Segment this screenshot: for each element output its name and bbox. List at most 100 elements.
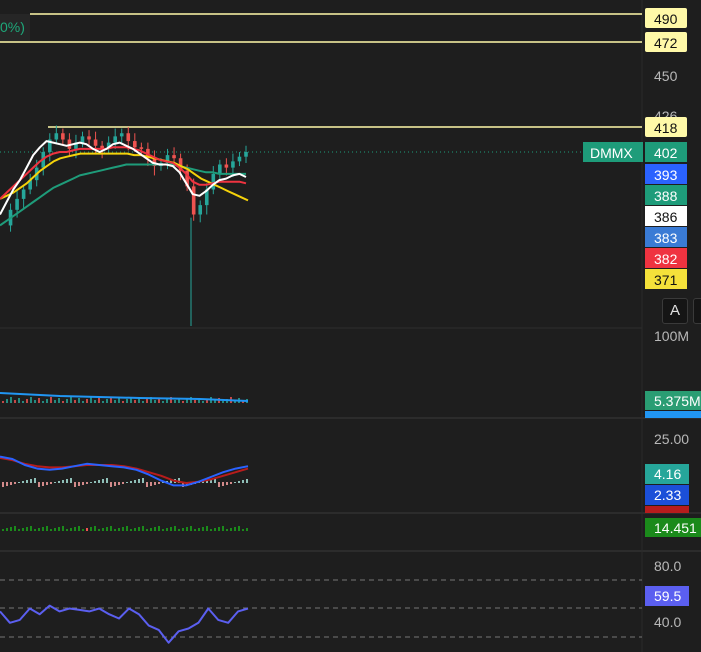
- volume-bar: [122, 401, 124, 403]
- macd-hist-bar: [94, 481, 96, 483]
- oscillator-bar: [146, 529, 148, 531]
- macd-hist-bar: [2, 482, 4, 487]
- volume-bar: [182, 401, 184, 403]
- oscillator-bar: [158, 526, 160, 531]
- oscillator-bar: [246, 528, 248, 531]
- macd-hist-bar: [54, 482, 56, 483]
- volume-axis-label: 100M: [654, 328, 689, 344]
- oscillator-bar: [70, 528, 72, 531]
- macd-hist-bar: [34, 478, 36, 483]
- macd-hist-bar: [134, 480, 136, 483]
- macd-hist-bar: [242, 480, 244, 483]
- oscillator-bar: [142, 526, 144, 531]
- oscillator-bar: [174, 526, 176, 531]
- macd-hist-bar: [126, 482, 128, 483]
- rsi-tag-text: 59.5: [654, 588, 681, 604]
- macd-hist-bar: [18, 482, 20, 483]
- oscillator-bar: [138, 527, 140, 531]
- macd-hist-bar: [90, 482, 92, 483]
- volume-bar: [78, 398, 80, 403]
- macd-hist-bar: [62, 480, 64, 483]
- macd-hist-bar: [86, 482, 88, 484]
- oscillator-bar: [150, 528, 152, 531]
- oscillator-bar: [190, 526, 192, 531]
- oscillator-bar: [226, 529, 228, 531]
- volume-ma-tag: [645, 411, 701, 418]
- volume-bar: [34, 400, 36, 403]
- volume-bar: [126, 399, 128, 403]
- volume-bar: [102, 401, 104, 403]
- macd-hist-bar: [118, 482, 120, 485]
- oscillator-bar: [110, 526, 112, 531]
- macd-signal-tag: 2.33: [645, 485, 689, 505]
- indicator-tag: 382: [645, 248, 687, 268]
- oscillator-bar: [34, 529, 36, 531]
- candle-body: [244, 152, 248, 157]
- volume-tag-text: 5.375M: [654, 393, 701, 409]
- macd-hist-bar: [14, 482, 16, 484]
- volume-bar: [22, 401, 24, 403]
- oscillator-bar: [66, 529, 68, 531]
- volume-bar: [106, 399, 108, 403]
- oscillator-bar: [2, 529, 4, 531]
- volume-bar: [194, 400, 196, 403]
- candle-body: [191, 186, 196, 215]
- candle-body: [61, 133, 65, 140]
- macd-hist-bar: [222, 482, 224, 486]
- macd-hist-bar: [130, 481, 132, 483]
- macd-hist-bar: [22, 481, 24, 483]
- oscillator-bar: [166, 528, 168, 531]
- volume-bar: [74, 400, 76, 403]
- oscillator-bar: [162, 529, 164, 531]
- macd-hist-bar: [226, 482, 228, 485]
- candle-body: [231, 161, 235, 168]
- oscillator-bar: [114, 529, 116, 531]
- oscillator-bar: [26, 527, 28, 531]
- oscillator-bar: [126, 526, 128, 531]
- oscillator-bar: [6, 528, 8, 531]
- oscillator-bar: [42, 527, 44, 531]
- candle-body: [93, 139, 98, 146]
- volume-bar: [62, 401, 64, 403]
- volume-bar: [202, 401, 204, 403]
- volume-bar: [222, 401, 224, 403]
- current-price-text: 402: [654, 145, 678, 161]
- volume-bar: [30, 397, 32, 403]
- volume-bar: [10, 397, 12, 403]
- oscillator-bar: [10, 527, 12, 531]
- candle-body: [113, 136, 117, 143]
- log-scale-button[interactable]: [693, 298, 701, 324]
- oscillator-bar: [222, 526, 224, 531]
- oscillator-bar: [118, 528, 120, 531]
- macd-hist-bar: [38, 482, 40, 487]
- legend-fragment: 0%): [0, 19, 25, 35]
- symbol-tag: DMMX: [583, 142, 643, 162]
- macd-hist-bar: [114, 482, 116, 486]
- macd-axis-label: 25.00: [654, 431, 689, 447]
- oscillator-bar: [186, 527, 188, 531]
- volume-bar: [134, 400, 136, 403]
- macd-hist-bar: [150, 482, 152, 486]
- volume-bar: [90, 397, 92, 403]
- macd-hist-bar: [106, 478, 108, 483]
- oscillator-bar: [178, 529, 180, 531]
- oscillator-bar: [38, 528, 40, 531]
- macd-hist-bar: [30, 479, 32, 483]
- indicator-tag-text: 383: [654, 230, 678, 246]
- volume-bar: [42, 401, 44, 403]
- macd-hist-bar: [102, 479, 104, 483]
- level-tag-472: 472: [645, 32, 687, 52]
- macd-hist-bar: [122, 482, 124, 484]
- volume-bar: [94, 400, 96, 403]
- auto-scale-button[interactable]: A: [662, 298, 688, 324]
- oscillator-bar: [14, 526, 16, 531]
- macd-hist-bar: [6, 482, 8, 486]
- oscillator-bar: [182, 528, 184, 531]
- chart-canvas: 0%) 450 426 490 472 418 DMMX 402 393 388…: [0, 0, 701, 652]
- rsi-tag: 59.5: [645, 586, 689, 606]
- macd-hist-bar: [110, 482, 112, 487]
- volume-bar: [98, 398, 100, 403]
- symbol-text: DMMX: [590, 145, 633, 161]
- macd-tag: 4.16: [645, 464, 689, 484]
- candle-body: [218, 164, 222, 174]
